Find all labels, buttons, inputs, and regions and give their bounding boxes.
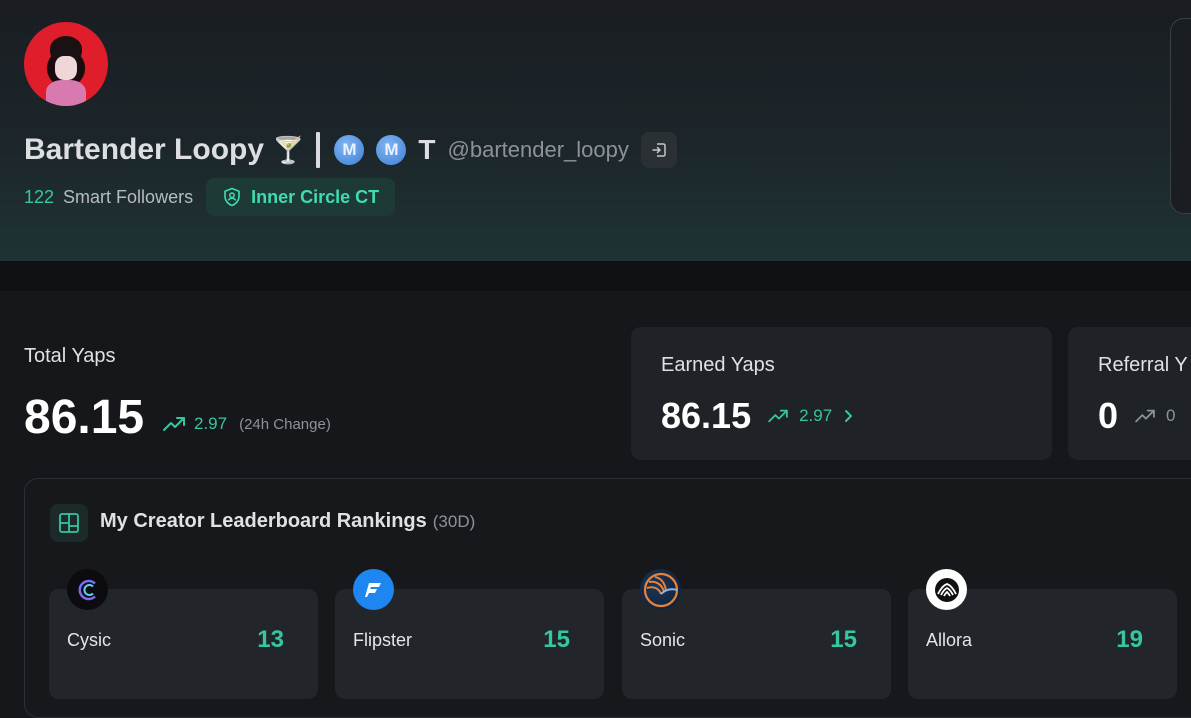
- inner-circle-label: Inner Circle CT: [251, 186, 380, 207]
- referral-change-value: 0: [1166, 406, 1176, 425]
- total-change-value: 2.97: [194, 414, 228, 433]
- earned-yaps-card[interactable]: Earned Yaps 86.15 2.97: [631, 327, 1052, 460]
- leaderboard-title: My Creator Leaderboard Rankings (30D): [100, 510, 475, 533]
- allora-logo-icon: [926, 569, 967, 610]
- cysic-logo-icon: [67, 569, 108, 610]
- rank-number: 15: [830, 626, 857, 653]
- login-button[interactable]: [640, 132, 677, 168]
- total-change-note: (24h Change): [239, 415, 331, 433]
- inner-circle-badge[interactable]: Inner Circle CT: [206, 178, 396, 216]
- flipster-logo-icon: [353, 569, 394, 610]
- m-badge-icon: M: [376, 135, 407, 165]
- trend-up-icon: [1135, 409, 1155, 423]
- referral-yaps-value: 0: [1098, 395, 1119, 436]
- layout-grid-icon: [50, 504, 88, 542]
- profile-handle[interactable]: @bartender_loopy: [448, 137, 629, 163]
- smart-followers-row: 122 Smart Followers Inner Circle CT: [24, 178, 396, 216]
- sonic-logo-icon: [640, 569, 681, 610]
- shield-icon: [224, 187, 240, 207]
- smart-followers-count: 122: [24, 186, 55, 207]
- smart-followers-label: Smart Followers: [63, 186, 194, 207]
- profile-name: Bartender Loopy: [24, 133, 265, 166]
- name-suffix: T: [418, 134, 436, 165]
- rank-number: 19: [1116, 626, 1143, 653]
- name-divider: [316, 132, 321, 168]
- trend-up-icon: [768, 409, 788, 423]
- leaderboard-card-sonic[interactable]: Sonic 15: [622, 569, 891, 699]
- total-yaps-change: 2.97 (24h Change): [162, 414, 331, 434]
- side-card: [1170, 18, 1191, 214]
- referral-yaps-label: Referral Y: [1098, 354, 1188, 376]
- earned-change-value: 2.97: [799, 406, 833, 425]
- trend-up-icon: [163, 417, 185, 431]
- login-icon: [652, 143, 666, 157]
- referral-yaps-card[interactable]: Referral Y 0 0: [1068, 327, 1191, 460]
- profile-name-row: Bartender Loopy 🍸 M M T @bartender_loopy: [24, 130, 677, 170]
- rank-number: 15: [543, 626, 570, 653]
- earned-yaps-label: Earned Yaps: [661, 354, 775, 376]
- leaderboard-card-allora[interactable]: Allora 19: [908, 569, 1177, 699]
- header-divider: [0, 261, 1191, 291]
- rank-project-name: Flipster: [353, 630, 413, 650]
- total-yaps-value: 86.15: [24, 391, 145, 444]
- avatar: [24, 22, 108, 106]
- leaderboard-card-cysic[interactable]: Cysic 13: [49, 569, 318, 699]
- rank-project-name: Cysic: [67, 630, 111, 650]
- leaderboard-card-flipster[interactable]: Flipster 15: [335, 569, 604, 699]
- cocktail-icon: 🍸: [272, 134, 305, 165]
- leaderboard-period: (30D): [432, 512, 476, 531]
- leaderboard-title-text: My Creator Leaderboard Rankings: [100, 510, 427, 532]
- rank-project-name: Sonic: [640, 630, 686, 650]
- chevron-right-icon[interactable]: [842, 408, 856, 424]
- m-badge-icon: M: [334, 135, 365, 165]
- earned-yaps-value: 86.15: [661, 395, 752, 436]
- rank-number: 13: [257, 626, 284, 653]
- rank-project-name: Allora: [926, 630, 973, 650]
- total-yaps-label: Total Yaps: [24, 345, 116, 367]
